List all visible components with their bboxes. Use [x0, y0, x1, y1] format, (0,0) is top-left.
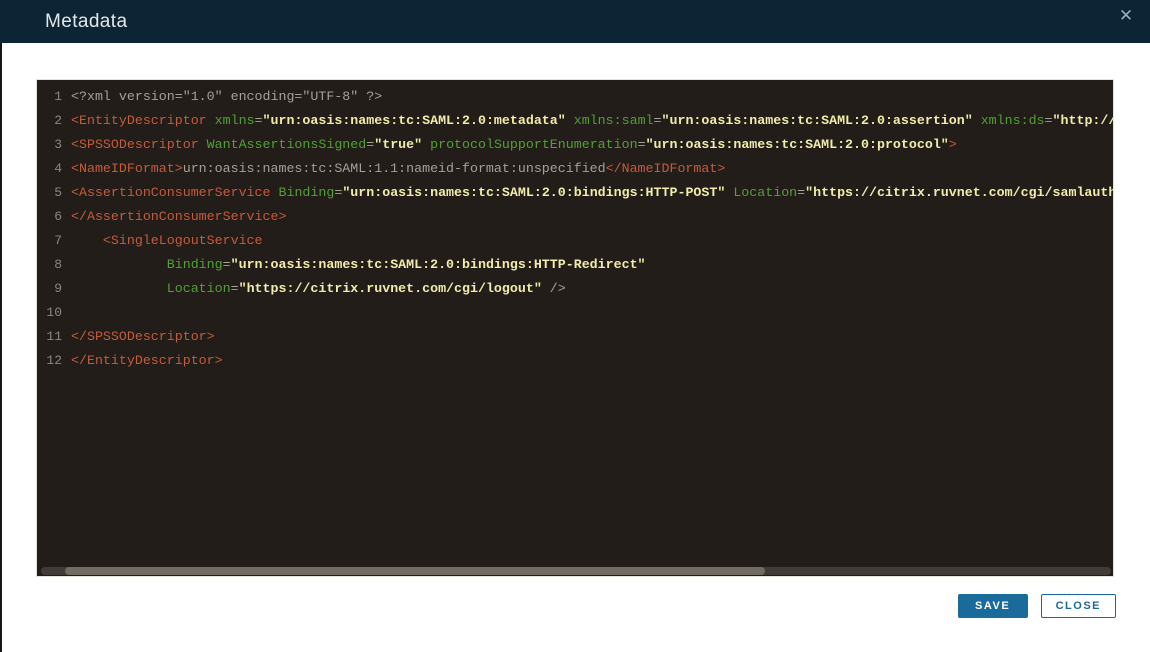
page-left-border — [0, 0, 2, 652]
xml-code-editor[interactable]: 1 <?xml version="1.0" encoding="UTF-8" ?>… — [36, 79, 1114, 577]
line-number: 4 — [37, 157, 62, 181]
scrollbar-thumb[interactable] — [65, 567, 765, 575]
save-button[interactable]: SAVE — [958, 594, 1028, 618]
line-number: 2 — [37, 109, 62, 133]
line-content: <NameIDFormat>urn:oasis:names:tc:SAML:1.… — [71, 157, 725, 181]
line-content: Binding="urn:oasis:names:tc:SAML:2.0:bin… — [71, 253, 646, 277]
line-content: <SingleLogoutService — [71, 229, 263, 253]
line-content: </SPSSODescriptor> — [71, 325, 215, 349]
line-number: 8 — [37, 253, 62, 277]
code-line: 5 <AssertionConsumerService Binding="urn:… — [37, 181, 1113, 205]
code-line: 11 </SPSSODescriptor> — [37, 325, 1113, 349]
line-content: <EntityDescriptor xmlns="urn:oasis:names… — [71, 109, 1114, 133]
horizontal-scrollbar[interactable] — [37, 567, 1113, 576]
code-line: 8 Binding="urn:oasis:names:tc:SAML:2.0:b… — [37, 253, 1113, 277]
dialog-title: Metadata — [45, 11, 127, 33]
dialog-footer: SAVE CLOSE — [958, 594, 1116, 618]
close-icon[interactable]: ✕ — [1115, 5, 1137, 27]
code-line: 6 </AssertionConsumerService> — [37, 205, 1113, 229]
code-lines: 1 <?xml version="1.0" encoding="UTF-8" ?>… — [37, 85, 1113, 373]
line-number: 1 — [37, 85, 62, 109]
line-number: 7 — [37, 229, 62, 253]
line-number: 3 — [37, 133, 62, 157]
code-line: 4 <NameIDFormat>urn:oasis:names:tc:SAML:1… — [37, 157, 1113, 181]
line-number: 12 — [37, 349, 62, 373]
line-content: <AssertionConsumerService Binding="urn:o… — [71, 181, 1114, 205]
code-line: 2 <EntityDescriptor xmlns="urn:oasis:name… — [37, 109, 1113, 133]
code-line: 9 Location="https://citrix.ruvnet.com/cg… — [37, 277, 1113, 301]
line-content: <SPSSODescriptor WantAssertionsSigned="t… — [71, 133, 957, 157]
line-number: 9 — [37, 277, 62, 301]
close-button[interactable]: CLOSE — [1041, 594, 1116, 618]
line-number: 10 — [37, 301, 62, 325]
line-number: 6 — [37, 205, 62, 229]
line-number: 11 — [37, 325, 62, 349]
dialog-header: Metadata ✕ — [0, 0, 1150, 43]
code-line: 7 <SingleLogoutService — [37, 229, 1113, 253]
line-content: Location="https://citrix.ruvnet.com/cgi/… — [71, 277, 566, 301]
line-content: </AssertionConsumerService> — [71, 205, 286, 229]
code-line: 10 — [37, 301, 1113, 325]
code-line: 12 </EntityDescriptor> — [37, 349, 1113, 373]
line-content: <?xml version="1.0" encoding="UTF-8" ?> — [71, 85, 382, 109]
code-line: 3 <SPSSODescriptor WantAssertionsSigned="… — [37, 133, 1113, 157]
line-content: </EntityDescriptor> — [71, 349, 223, 373]
code-line: 1 <?xml version="1.0" encoding="UTF-8" ?> — [37, 85, 1113, 109]
line-number: 5 — [37, 181, 62, 205]
